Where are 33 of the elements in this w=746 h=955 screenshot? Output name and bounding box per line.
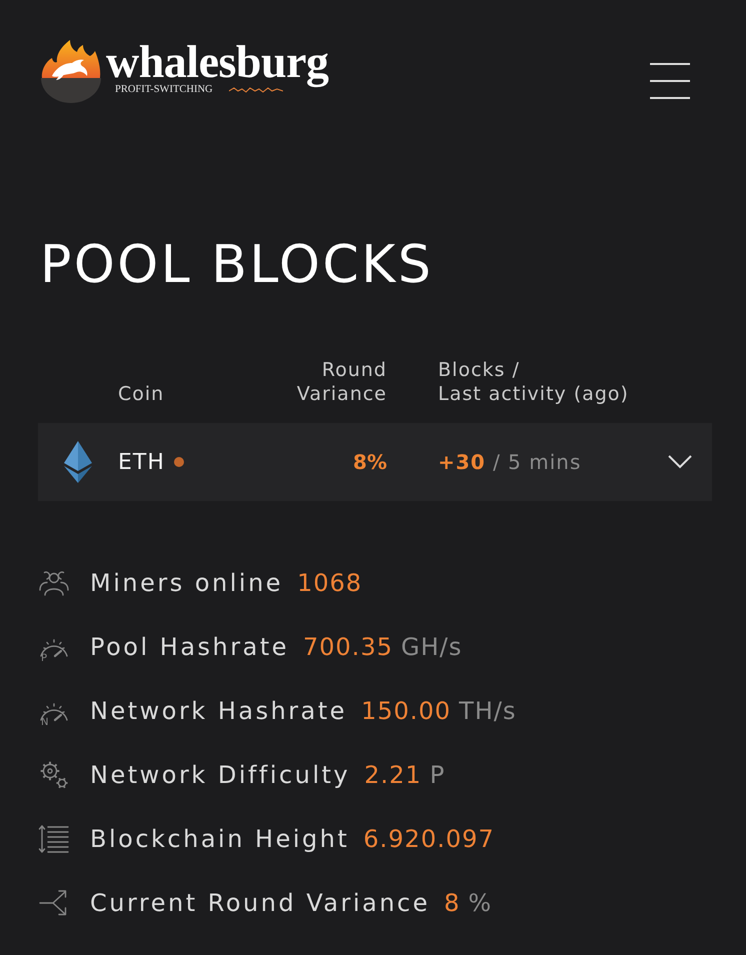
stat-label: Pool Hashrate <box>90 633 289 661</box>
logo-tagline: PROFIT-SWITCHING <box>115 84 213 96</box>
stat-unit: GH/s <box>400 633 462 661</box>
stat-label: Blockchain Height <box>90 825 350 853</box>
list-icon <box>38 823 70 855</box>
stat-value: 2.21 <box>364 761 422 789</box>
coin-row[interactable]: ETH 8% +30 / 5 mins <box>38 423 712 501</box>
gears-icon <box>38 759 70 791</box>
logo-wordmark: whalesburg <box>106 38 328 86</box>
stat-value: 6.920.097 <box>363 825 495 853</box>
page-title: POOL BLOCKS <box>40 234 434 296</box>
wave-icon <box>228 86 283 94</box>
stat-label: Network Hashrate <box>90 697 348 725</box>
stat-value: 700.35 <box>303 633 393 661</box>
stat-label: Current Round Variance <box>90 889 430 917</box>
variance-value: 8% <box>352 450 387 474</box>
menu-button[interactable] <box>650 63 690 99</box>
stat-label: Network Difficulty <box>90 761 350 789</box>
column-header: Blocks / Last activity (ago) <box>438 358 630 406</box>
logo-icon <box>40 38 102 104</box>
coin-name: ETH <box>118 450 165 474</box>
stat-unit: % <box>468 889 492 917</box>
blocks-activity: +30 / 5 mins <box>438 450 582 474</box>
column-header: Coin <box>118 382 166 406</box>
stat-value: 1068 <box>297 569 362 597</box>
stat-unit: P <box>430 761 446 789</box>
menu-icon <box>650 63 690 99</box>
ethereum-icon <box>64 441 92 483</box>
stat-value: 150.00 <box>361 697 452 725</box>
stat-label: Miners online <box>90 569 284 597</box>
column-header: Round Variance <box>296 358 387 406</box>
stat-value: 8 <box>444 889 460 917</box>
stat-unit: TH/s <box>459 697 516 725</box>
